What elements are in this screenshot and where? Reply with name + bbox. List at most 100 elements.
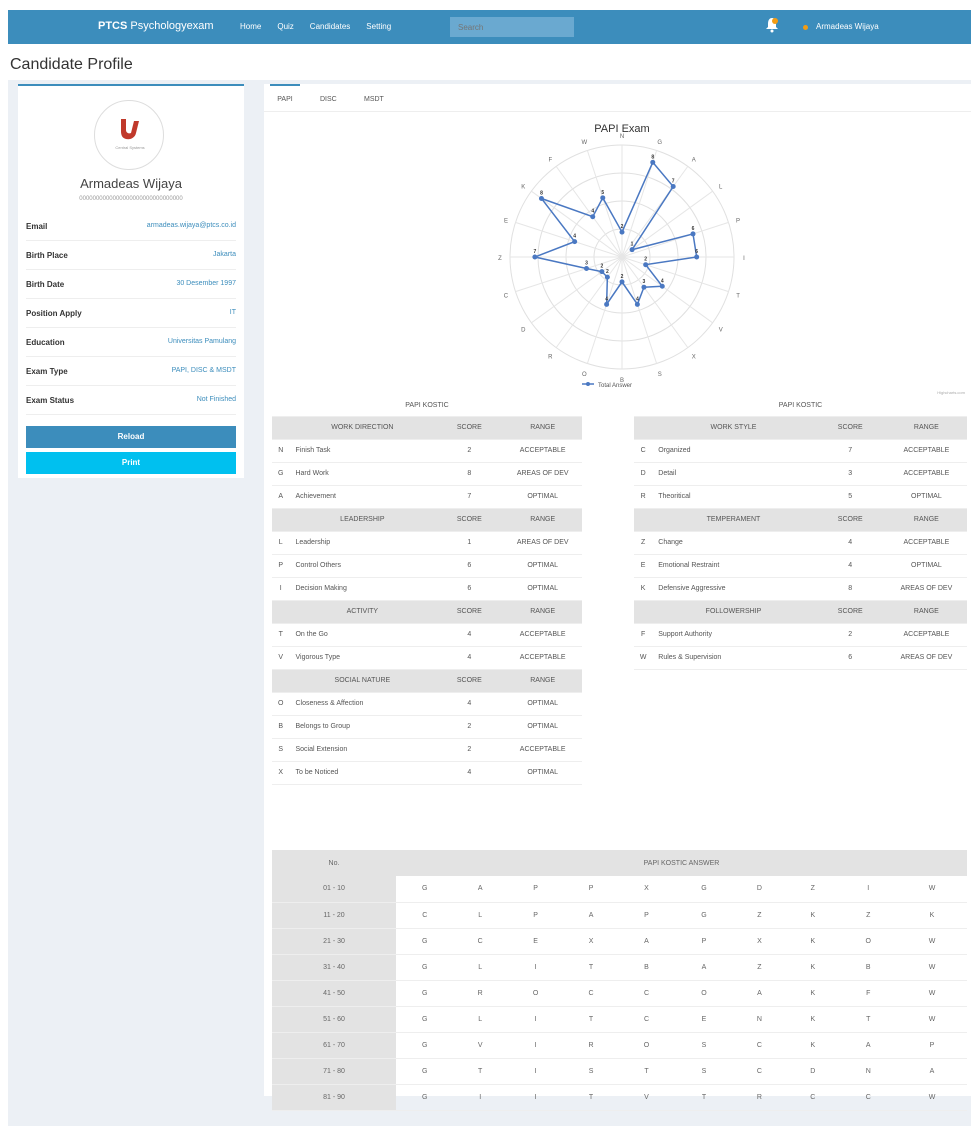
table-row: B Belongs to Group 2 OPTIMAL <box>272 715 582 739</box>
legend-label[interactable]: Total Answer <box>598 383 632 389</box>
row-score: 8 <box>814 577 886 601</box>
bell-icon[interactable] <box>765 17 779 33</box>
answer-cell: Z <box>732 954 787 981</box>
radar-chart-svg: PAPI ExamNGALPITVXSBORDCZEKFW28716624342… <box>498 123 745 389</box>
data-point[interactable] <box>659 283 665 289</box>
data-point[interactable] <box>619 229 625 235</box>
range-header: RANGE <box>503 416 582 440</box>
data-point[interactable] <box>641 284 647 290</box>
data-label: 7 <box>672 179 675 185</box>
answer-cell: R <box>732 1084 787 1111</box>
score-header: SCORE <box>814 600 886 624</box>
row-score: 8 <box>435 462 504 486</box>
data-point[interactable] <box>538 195 544 201</box>
answer-cell: T <box>564 1006 618 1033</box>
info-birth-date: Birth Date 30 Desember 1997 <box>26 270 236 299</box>
data-point[interactable] <box>572 239 578 245</box>
section-title: FOLLOWERSHIP <box>652 600 815 624</box>
table-row: A Achievement 7 OPTIMAL <box>272 485 582 509</box>
brand-logo[interactable]: PTCS Psychologyexam <box>98 20 214 32</box>
data-point[interactable] <box>629 247 635 253</box>
search-input[interactable] <box>450 17 574 37</box>
info-value[interactable]: 30 Desember 1997 <box>176 280 236 287</box>
info-label: Exam Type <box>26 367 68 376</box>
table-row: R Theoritical 5 OPTIMAL <box>634 485 967 509</box>
row-score: 3 <box>814 462 886 486</box>
row-name: Support Authority <box>652 623 815 647</box>
row-code: K <box>634 577 653 601</box>
row-name: Detail <box>652 462 815 486</box>
data-point[interactable] <box>600 195 606 201</box>
row-score: 6 <box>435 554 504 578</box>
user-avatar[interactable] <box>803 25 808 30</box>
answer-range: 11 - 20 <box>272 902 396 929</box>
row-score: 6 <box>814 646 886 670</box>
row-range: ACCEPTABLE <box>885 462 967 486</box>
data-point[interactable] <box>694 254 700 260</box>
table-row: O Closeness & Affection 4 OPTIMAL <box>272 692 582 716</box>
row-code: A <box>272 485 290 509</box>
row-score: 2 <box>435 738 504 762</box>
row-name: Decision Making <box>289 577 436 601</box>
info-value[interactable]: Universitas Pamulang <box>168 338 236 345</box>
answer-cell: P <box>897 1032 967 1059</box>
data-point[interactable] <box>634 301 640 307</box>
header-spacer <box>272 416 290 440</box>
row-code: P <box>272 554 290 578</box>
nav-candidates[interactable]: Candidates <box>310 22 350 31</box>
row-name: Closeness & Affection <box>289 692 436 716</box>
answer-cell: I <box>506 1006 565 1033</box>
category-label: C <box>504 294 509 300</box>
data-point[interactable] <box>532 254 538 260</box>
nav-quiz[interactable]: Quiz <box>277 22 293 31</box>
answer-row: 61 - 70 G V I R O S C K A P <box>272 1032 967 1059</box>
category-label: S <box>658 372 662 378</box>
category-label: E <box>504 218 508 224</box>
answer-cell: W <box>897 954 967 981</box>
info-value[interactable]: IT <box>230 309 236 316</box>
row-score: 2 <box>435 439 504 463</box>
row-range: OPTIMAL <box>503 715 582 739</box>
info-value[interactable]: Not Finished <box>197 396 236 403</box>
data-point[interactable] <box>583 266 589 272</box>
table-row: N Finish Task 2 ACCEPTABLE <box>272 439 582 463</box>
data-point[interactable] <box>619 279 625 285</box>
table-row: W Rules & Supervision 6 AREAS OF DEV <box>634 646 967 670</box>
data-label: 4 <box>661 278 664 284</box>
data-point[interactable] <box>650 159 656 165</box>
answer-row: 11 - 20 C L P A P G Z K Z K <box>272 902 967 929</box>
info-value[interactable]: Jakarta <box>213 251 236 258</box>
row-name: Hard Work <box>289 462 436 486</box>
brand-bold: PTCS <box>98 20 128 32</box>
answer-cell: E <box>506 928 565 955</box>
data-point[interactable] <box>599 269 605 275</box>
data-point[interactable] <box>690 231 696 237</box>
user-name[interactable]: Armadeas Wijaya <box>816 22 879 31</box>
answer-cell: B <box>839 954 897 981</box>
tab-msdt[interactable]: MSDT <box>364 96 384 103</box>
data-point[interactable] <box>604 301 610 307</box>
info-value[interactable]: armadeas.wijaya@ptcs.co.id <box>147 222 236 229</box>
chart-credit[interactable]: Highcharts.com <box>937 390 965 395</box>
row-code: D <box>634 462 653 486</box>
data-point[interactable] <box>670 184 676 190</box>
data-point[interactable] <box>604 274 610 280</box>
logo-mark-icon <box>121 119 139 140</box>
reload-button[interactable]: Reload <box>26 426 236 448</box>
data-point[interactable] <box>643 262 649 268</box>
answer-cell: C <box>396 902 454 929</box>
data-point[interactable] <box>590 214 596 220</box>
answer-cell: A <box>453 876 507 903</box>
table-row: L Leadership 1 AREAS OF DEV <box>272 531 582 555</box>
answer-cell: C <box>617 1006 676 1033</box>
info-value[interactable]: PAPI, DISC & MSDT <box>172 367 236 374</box>
tab-disc[interactable]: DISC <box>320 96 337 103</box>
row-code: N <box>272 439 290 463</box>
nav-home[interactable]: Home <box>240 22 261 31</box>
header-spacer <box>634 508 653 532</box>
tab-papi[interactable]: PAPI <box>270 84 300 103</box>
row-code: C <box>634 439 653 463</box>
print-button[interactable]: Print <box>26 452 236 474</box>
nav-setting[interactable]: Setting <box>366 22 391 31</box>
table-caption-row: PAPI KOSTIC <box>272 396 582 417</box>
